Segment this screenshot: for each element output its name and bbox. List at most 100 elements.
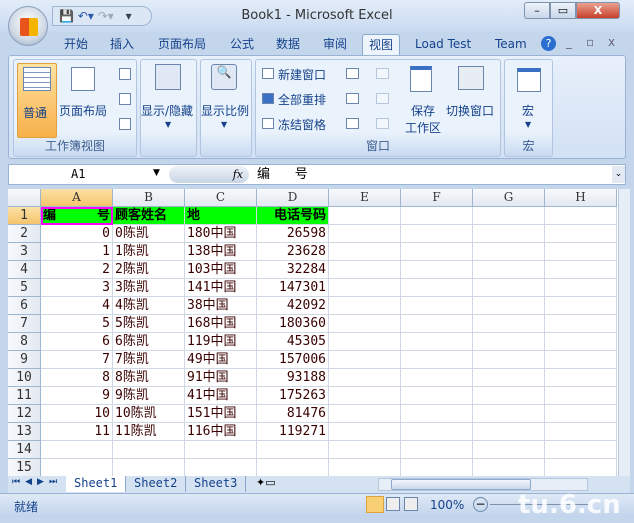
cell[interactable]: 147301 (257, 279, 329, 297)
cell[interactable] (401, 423, 473, 441)
zoom-button[interactable]: 显示比例 (201, 102, 249, 119)
macros-button[interactable]: 宏 (522, 102, 534, 119)
minimize-button[interactable]: – (524, 2, 550, 19)
cell[interactable]: 6 (41, 333, 113, 351)
cell[interactable] (545, 315, 617, 333)
cell[interactable]: 1 (41, 243, 113, 261)
row-header[interactable]: 10 (8, 369, 41, 387)
cell[interactable] (401, 243, 473, 261)
cell[interactable] (401, 387, 473, 405)
cell[interactable]: 11陈凯 (113, 423, 185, 441)
cell[interactable] (329, 225, 401, 243)
cell[interactable]: 38中国 (185, 297, 257, 315)
cell[interactable] (473, 279, 545, 297)
cell[interactable]: 116中国 (185, 423, 257, 441)
cell[interactable]: 10 (41, 405, 113, 423)
row-header[interactable]: 6 (8, 297, 41, 315)
select-all-button[interactable] (8, 189, 41, 207)
cell[interactable]: 45305 (257, 333, 329, 351)
vertical-scrollbar[interactable] (618, 189, 630, 476)
row-header[interactable]: 3 (8, 243, 41, 261)
row-header[interactable]: 14 (8, 441, 41, 459)
cell[interactable]: 2陈凯 (113, 261, 185, 279)
row-header[interactable]: 9 (8, 351, 41, 369)
cell[interactable] (185, 441, 257, 459)
cell[interactable] (473, 315, 545, 333)
cell[interactable] (401, 279, 473, 297)
tab-team[interactable]: Team (489, 34, 533, 56)
sheet-tab[interactable]: Sheet3 (186, 476, 247, 492)
redo-icon[interactable]: ↷▾ (98, 9, 114, 23)
customize-icon[interactable]: ▾ (126, 9, 132, 23)
column-header[interactable]: B (113, 189, 185, 207)
column-header[interactable]: G (473, 189, 545, 207)
ribbon-close-icon[interactable]: x (608, 35, 615, 49)
reset-position-icon[interactable] (376, 118, 389, 129)
cell[interactable] (401, 225, 473, 243)
zoom-level[interactable]: 100% (430, 498, 464, 512)
cell[interactable] (545, 405, 617, 423)
cell[interactable] (545, 387, 617, 405)
cell[interactable] (473, 405, 545, 423)
cell[interactable] (545, 225, 617, 243)
row-header[interactable]: 13 (8, 423, 41, 441)
cell[interactable] (329, 261, 401, 279)
row-header[interactable]: 5 (8, 279, 41, 297)
cell[interactable] (545, 351, 617, 369)
cell[interactable]: 电话号码 (257, 207, 329, 225)
page-break-icon[interactable] (119, 68, 131, 80)
cell[interactable]: 10陈凯 (113, 405, 185, 423)
cell[interactable]: 93188 (257, 369, 329, 387)
cell[interactable] (41, 459, 113, 476)
cell[interactable] (113, 459, 185, 476)
show-hide-button[interactable]: 显示/隐藏 (141, 102, 193, 119)
cell[interactable] (113, 441, 185, 459)
cell[interactable]: 2 (41, 261, 113, 279)
cell[interactable] (545, 441, 617, 459)
ribbon-restore-icon[interactable]: ▫ (586, 35, 594, 49)
cell[interactable]: 3 (41, 279, 113, 297)
cell[interactable] (401, 459, 473, 476)
cell[interactable]: 3陈凯 (113, 279, 185, 297)
unhide-icon[interactable] (346, 118, 359, 129)
page-break-view-icon[interactable] (404, 497, 418, 511)
cell[interactable]: 4 (41, 297, 113, 315)
cell[interactable] (473, 207, 545, 225)
cell[interactable] (401, 369, 473, 387)
restore-button[interactable]: ▭ (550, 2, 576, 19)
cell[interactable]: 138中国 (185, 243, 257, 261)
row-header[interactable]: 15 (8, 459, 41, 476)
cell[interactable] (401, 315, 473, 333)
cell[interactable]: 5 (41, 315, 113, 333)
cell[interactable] (329, 369, 401, 387)
cell[interactable] (329, 243, 401, 261)
cell[interactable]: 1陈凯 (113, 243, 185, 261)
save-icon[interactable]: 💾 (59, 9, 74, 23)
cell[interactable] (401, 351, 473, 369)
help-icon[interactable]: ? (541, 36, 556, 51)
tab-page-layout[interactable]: 页面布局 (152, 34, 212, 56)
cell[interactable]: 8陈凯 (113, 369, 185, 387)
ribbon-minimize-icon[interactable]: _ (566, 35, 572, 49)
cell[interactable]: 5陈凯 (113, 315, 185, 333)
cell[interactable] (257, 441, 329, 459)
switch-windows-button[interactable]: 切换窗口 (446, 102, 494, 119)
cell[interactable]: 41中国 (185, 387, 257, 405)
column-header[interactable]: A (41, 189, 113, 207)
cell[interactable]: 81476 (257, 405, 329, 423)
page-layout-view-icon[interactable] (386, 497, 400, 511)
cell[interactable] (473, 333, 545, 351)
cell[interactable]: 地 (185, 207, 257, 225)
cell[interactable] (545, 333, 617, 351)
tab-data[interactable]: 数据 (270, 34, 306, 56)
row-header[interactable]: 12 (8, 405, 41, 423)
cell[interactable] (545, 423, 617, 441)
cell[interactable]: 8 (41, 369, 113, 387)
cell[interactable]: 0 (41, 225, 113, 243)
sheet-tab[interactable]: Sheet1 (66, 476, 127, 492)
cell[interactable] (329, 459, 401, 476)
insert-function-button[interactable]: fx (169, 166, 249, 183)
row-header[interactable]: 2 (8, 225, 41, 243)
tab-home[interactable]: 开始 (58, 34, 94, 56)
cell[interactable]: 编号 (41, 207, 113, 225)
